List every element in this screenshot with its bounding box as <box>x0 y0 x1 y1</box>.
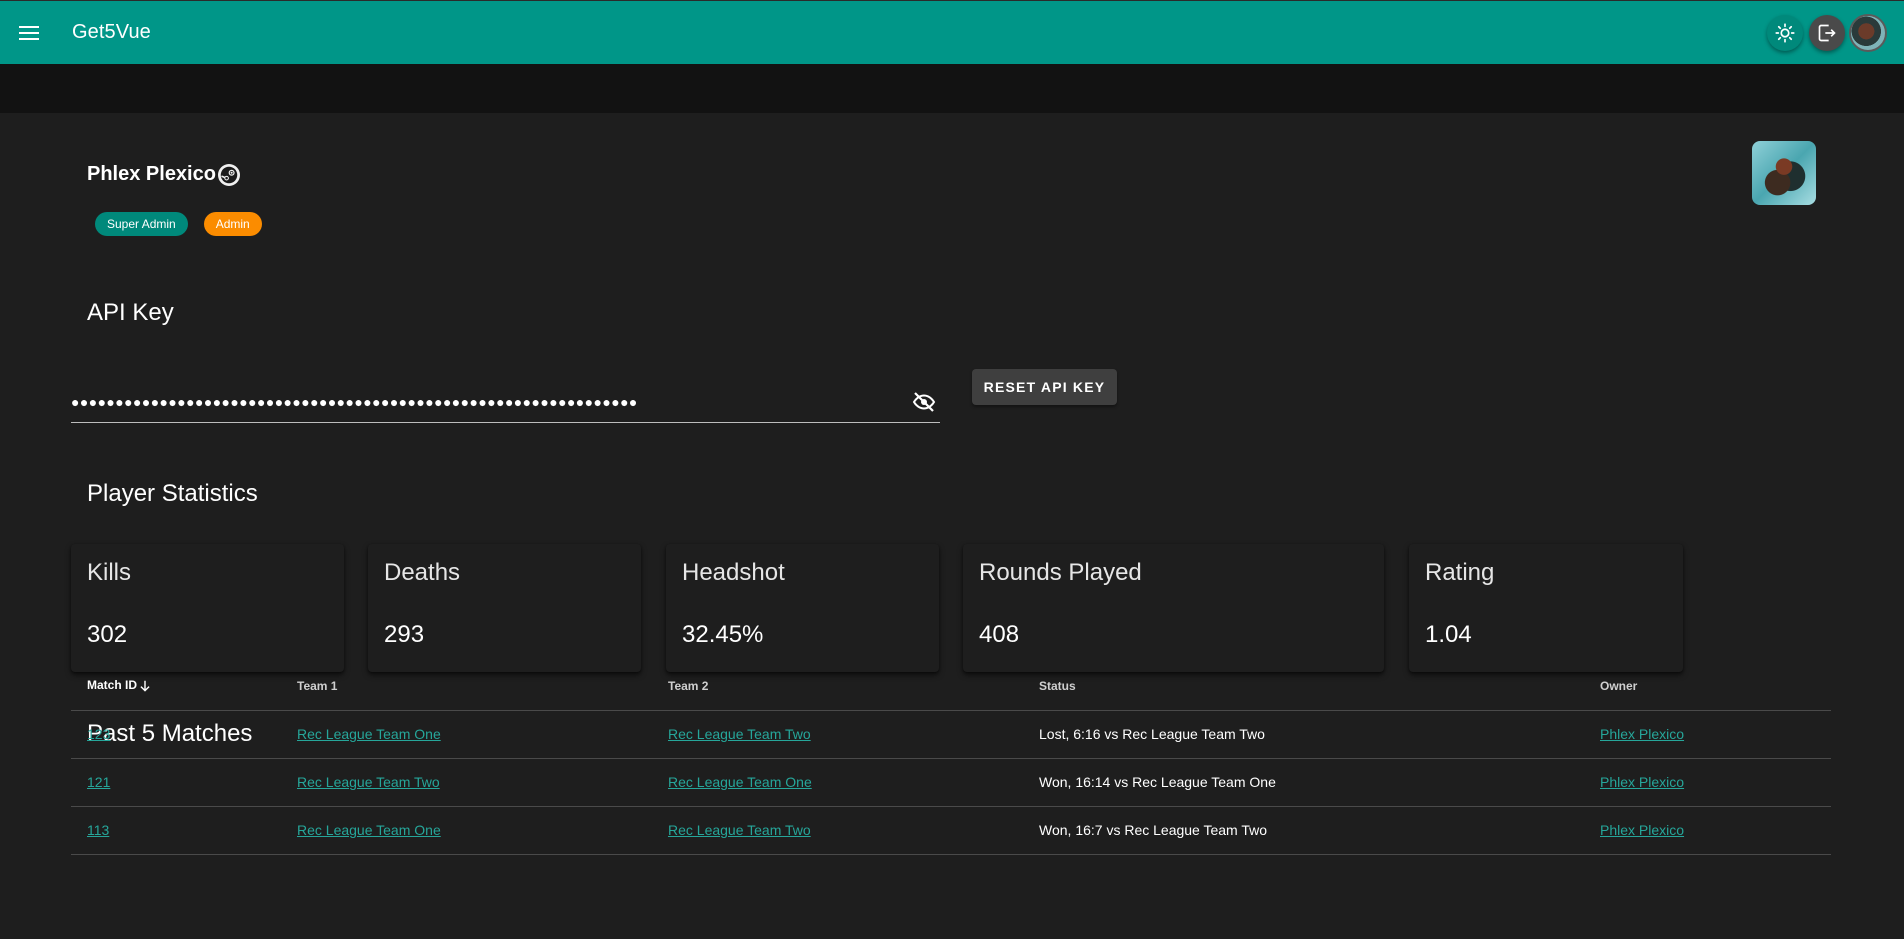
stat-card-deaths: Deaths 293 <box>368 544 641 672</box>
team-1-link[interactable]: Rec League Team One <box>297 726 441 742</box>
table-header-row: Match ID Team 1 Team 2 Status Owner <box>71 662 1831 711</box>
column-header-match-id[interactable]: Match ID <box>71 662 281 711</box>
role-chips: Super Admin Admin <box>95 212 278 236</box>
user-avatar-button[interactable] <box>1849 13 1887 52</box>
menu-button[interactable] <box>9 13 49 53</box>
app-bar-actions <box>1761 13 1887 52</box>
api-key-value[interactable]: ●●●●●●●●●●●●●●●●●●●●●●●●●●●●●●●●●●●●●●●●… <box>71 381 909 409</box>
match-status: Lost, 6:16 vs Rec League Team Two <box>1023 710 1584 759</box>
stat-label: Rounds Played <box>979 559 1142 586</box>
team-1-link[interactable]: Rec League Team One <box>297 822 441 838</box>
stat-label: Rating <box>1425 559 1495 586</box>
column-header-status[interactable]: Status <box>1023 662 1584 711</box>
eye-off-icon <box>912 392 936 412</box>
logout-button[interactable] <box>1809 14 1845 51</box>
sub-toolbar <box>0 64 1904 113</box>
stat-label: Deaths <box>384 559 461 586</box>
api-key-field[interactable]: ●●●●●●●●●●●●●●●●●●●●●●●●●●●●●●●●●●●●●●●●… <box>71 368 940 423</box>
app-bar: Get5Vue <box>0 0 1904 64</box>
owner-link[interactable]: Phlex Plexico <box>1600 822 1684 838</box>
match-status: Won, 16:14 vs Rec League Team One <box>1023 758 1584 807</box>
owner-link[interactable]: Phlex Plexico <box>1600 726 1684 742</box>
role-chip-admin: Admin <box>203 212 262 236</box>
profile-name: Phlex Plexico <box>87 163 216 185</box>
column-header-team-2[interactable]: Team 2 <box>652 662 1023 711</box>
team-2-link[interactable]: Rec League Team Two <box>668 726 811 742</box>
profile-avatar <box>1752 141 1816 205</box>
stat-card-rating: Rating 1.04 <box>1409 544 1683 672</box>
matches-table-container: Match ID Team 1 Team 2 Status Owner 123 … <box>71 662 1831 855</box>
column-header-owner[interactable]: Owner <box>1584 662 1831 711</box>
match-id-link[interactable]: 121 <box>87 774 110 790</box>
table-row: 121 Rec League Team Two Rec League Team … <box>71 758 1831 807</box>
column-header-team-1[interactable]: Team 1 <box>281 662 652 711</box>
matches-table: Match ID Team 1 Team 2 Status Owner 123 … <box>71 662 1831 855</box>
stat-value: 302 <box>87 621 128 648</box>
team-2-link[interactable]: Rec League Team One <box>668 774 812 790</box>
player-statistics-title: Player Statistics <box>87 480 258 507</box>
stat-label: Kills <box>87 559 132 586</box>
stat-label: Headshot <box>682 559 785 586</box>
stat-value: 408 <box>979 621 1020 648</box>
stat-card-kills: Kills 302 <box>71 544 344 672</box>
table-row: 123 Rec League Team One Rec League Team … <box>71 710 1831 759</box>
steam-icon[interactable] <box>217 163 240 186</box>
stat-value: 32.45% <box>682 621 764 648</box>
stat-card-rounds-played: Rounds Played 408 <box>963 544 1384 672</box>
match-id-link[interactable]: 113 <box>87 822 109 838</box>
api-key-title: API Key <box>87 299 174 326</box>
theme-toggle-button[interactable] <box>1767 14 1803 51</box>
arrow-down-icon <box>140 680 150 692</box>
team-2-link[interactable]: Rec League Team Two <box>668 822 811 838</box>
stat-card-headshot: Headshot 32.45% <box>666 544 939 672</box>
owner-link[interactable]: Phlex Plexico <box>1600 774 1684 790</box>
role-chip-super-admin: Super Admin <box>95 212 188 236</box>
menu-icon <box>19 25 39 40</box>
reset-api-key-button[interactable]: RESET API KEY <box>972 369 1117 405</box>
table-row: 113 Rec League Team One Rec League Team … <box>71 806 1831 855</box>
logout-icon <box>1818 24 1836 41</box>
match-id-link[interactable]: 123 <box>87 726 110 742</box>
match-status: Won, 16:7 vs Rec League Team Two <box>1023 806 1584 855</box>
toggle-visibility-button[interactable] <box>909 387 939 417</box>
app-title[interactable]: Get5Vue <box>72 21 151 44</box>
team-1-link[interactable]: Rec League Team Two <box>297 774 440 790</box>
stat-value: 1.04 <box>1425 621 1472 648</box>
profile-header: Phlex Plexico <box>87 163 240 186</box>
stat-value: 293 <box>384 621 425 648</box>
brightness-icon <box>1775 22 1795 43</box>
